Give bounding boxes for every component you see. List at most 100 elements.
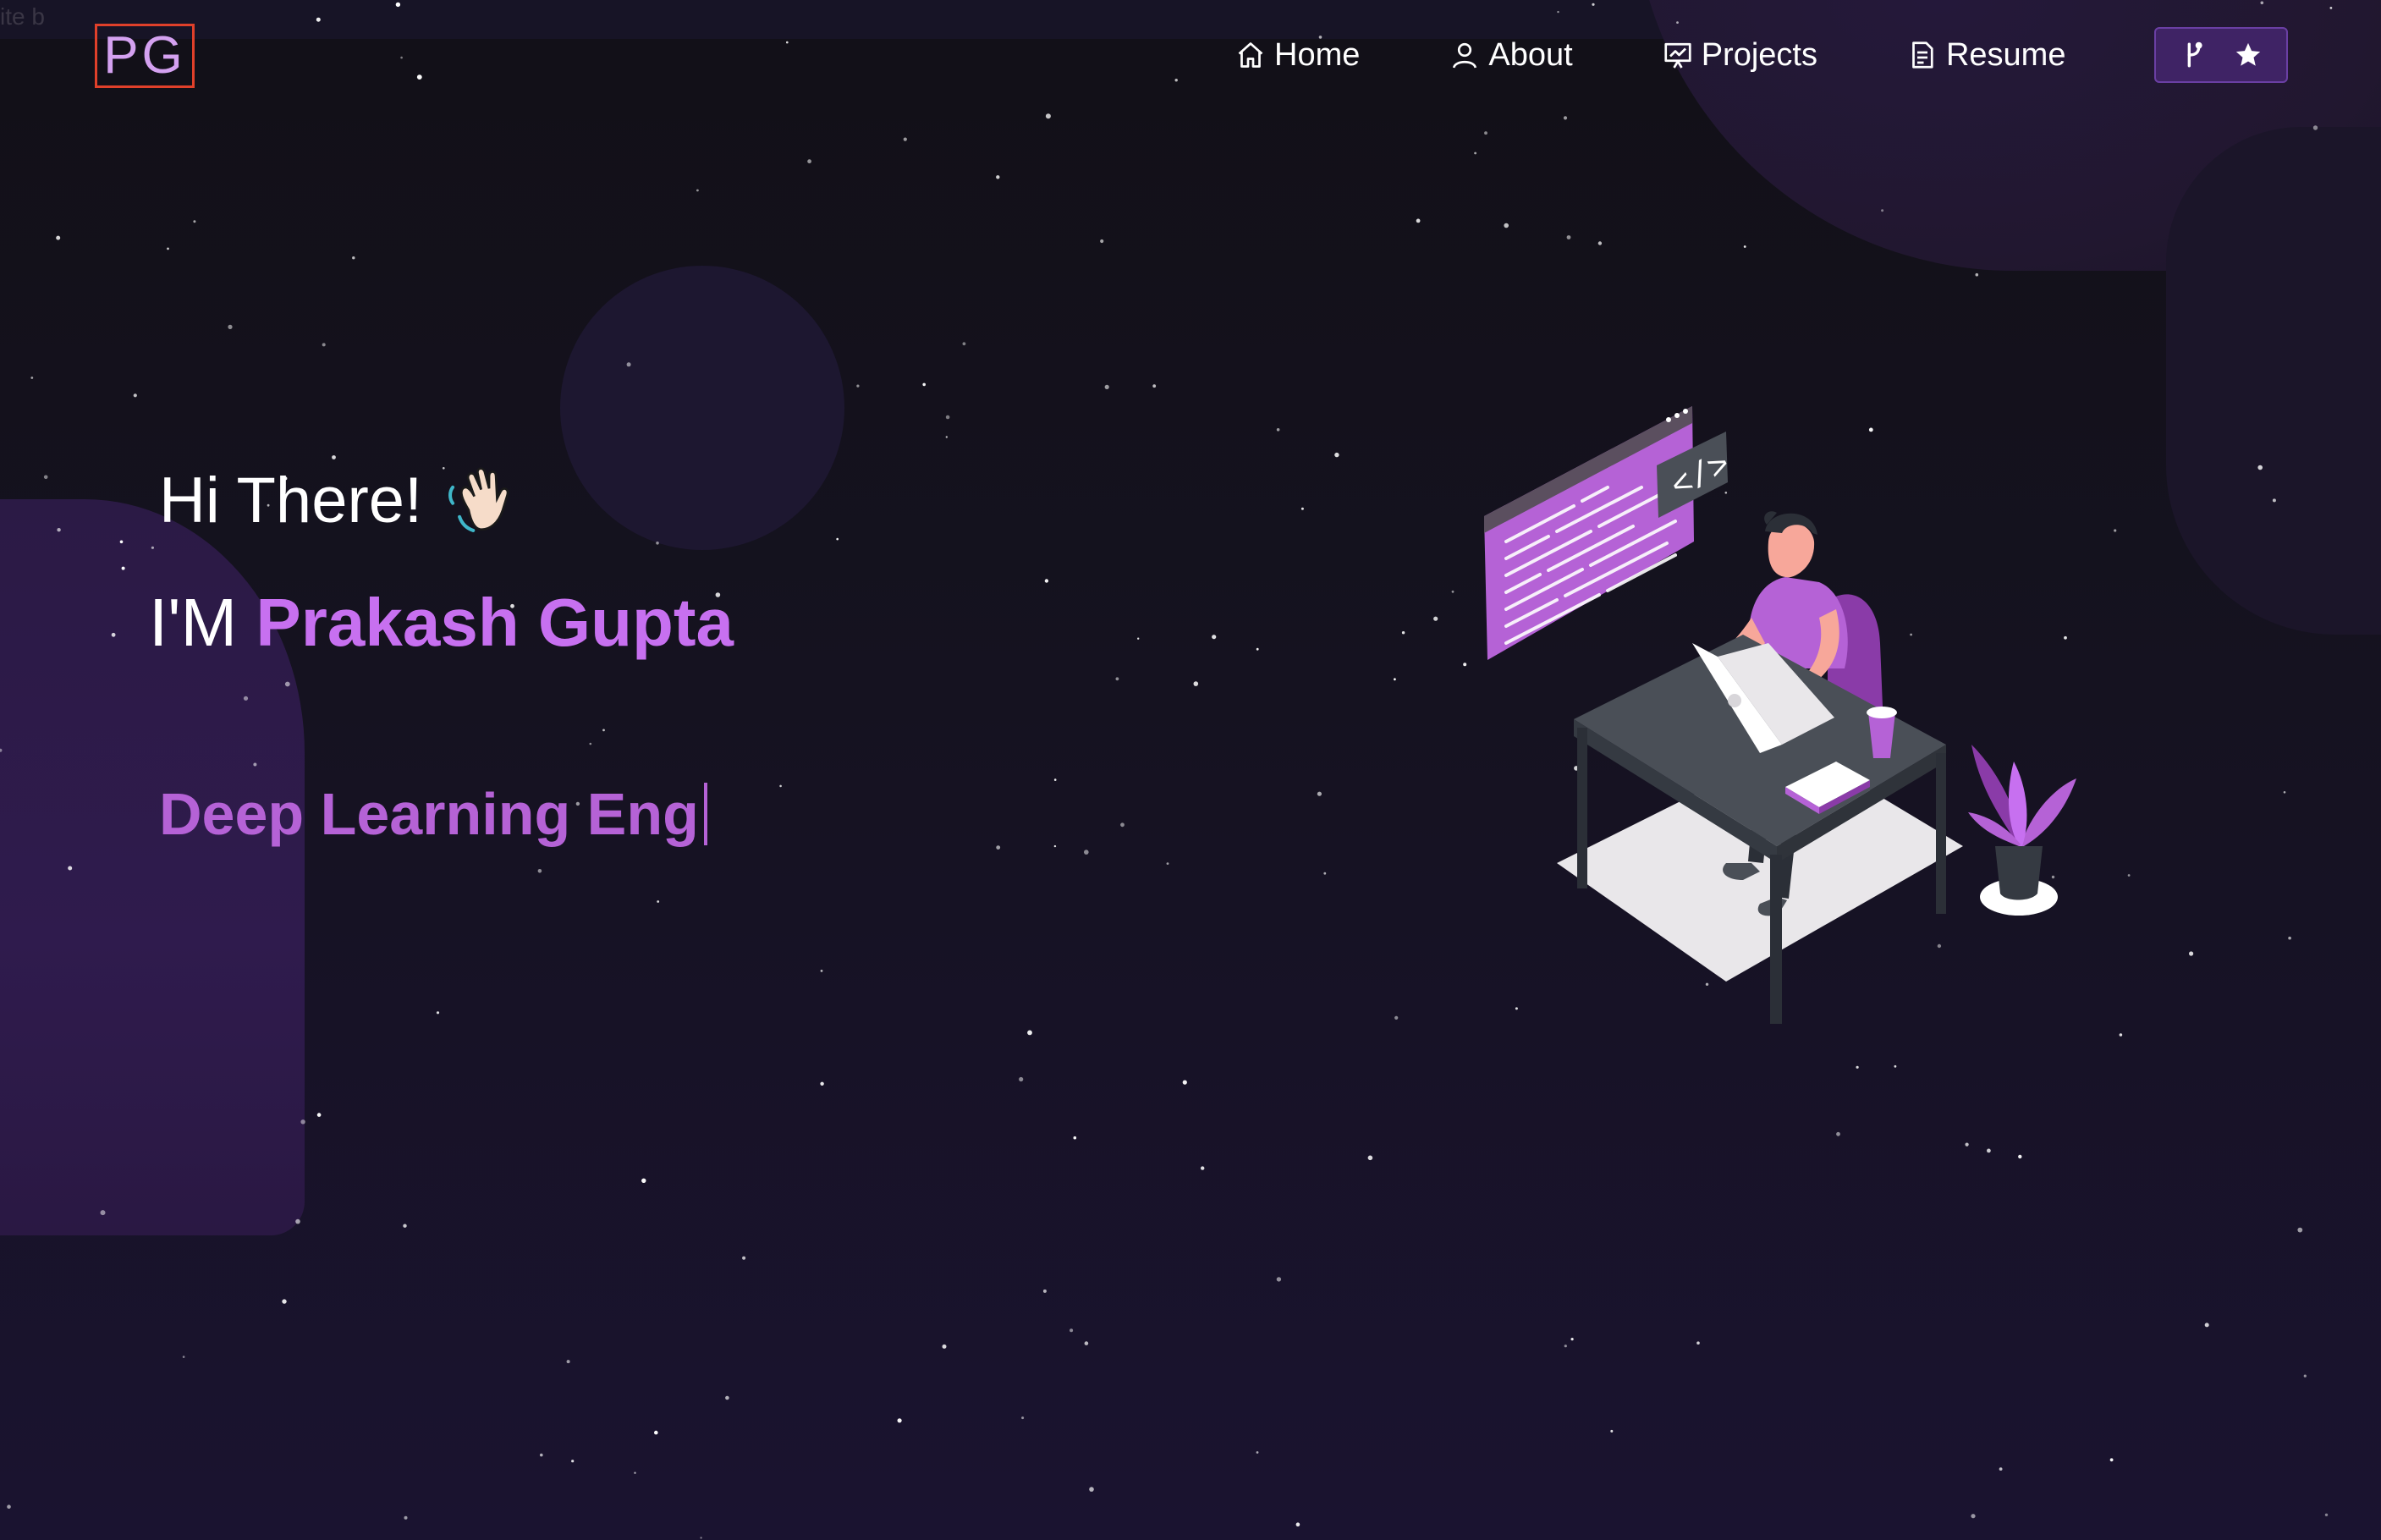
- star: [2329, 6, 2333, 9]
- nav-item-label: Home: [1274, 36, 1361, 73]
- nav-item-home[interactable]: Home: [1235, 37, 1360, 74]
- star: [996, 845, 1001, 850]
- star: [1610, 1429, 1614, 1433]
- typing-cursor: [703, 783, 707, 845]
- intro-prefix: I'M: [149, 585, 238, 660]
- star: [1042, 1289, 1047, 1293]
- star: [1433, 616, 1438, 621]
- star: [295, 1218, 300, 1224]
- star: [2189, 951, 2194, 956]
- star: [395, 2, 401, 8]
- star: [1971, 1514, 1976, 1519]
- star: [253, 762, 257, 767]
- star: [836, 537, 839, 541]
- star: [1676, 21, 1679, 24]
- star: [657, 900, 660, 903]
- page: ite b PG Home About Projects Resume Hi T…: [0, 0, 2381, 1540]
- star: [1504, 223, 1509, 228]
- star: [404, 1515, 408, 1520]
- star: [1212, 635, 1217, 640]
- star: [1152, 384, 1157, 388]
- star: [193, 220, 196, 223]
- star: [1201, 1166, 1205, 1170]
- star: [1696, 1341, 1700, 1345]
- star: [1276, 1277, 1282, 1282]
- star: [942, 1344, 947, 1349]
- star: [2303, 1374, 2307, 1378]
- star: [1137, 637, 1140, 640]
- star: [436, 1011, 440, 1015]
- star: [228, 324, 233, 329]
- star: [742, 1256, 746, 1260]
- star: [1965, 1142, 1969, 1147]
- star: [1999, 1467, 2003, 1471]
- star: [1193, 681, 1199, 686]
- star: [1894, 1064, 1897, 1068]
- code-window: </>: [1484, 406, 1737, 660]
- developer-illustration: </>: [1484, 406, 2076, 1024]
- document-icon: [1912, 41, 1933, 69]
- star: [897, 1418, 902, 1423]
- star: [316, 17, 321, 22]
- presentation-icon: [1664, 42, 1691, 69]
- star: [1484, 131, 1487, 135]
- star: [807, 159, 811, 164]
- nav-item-label: Projects: [1701, 36, 1817, 73]
- star: [111, 632, 116, 637]
- git-fork-icon: [2187, 41, 2202, 68]
- star: [634, 1471, 636, 1474]
- star: [656, 542, 659, 545]
- star: [1394, 1015, 1399, 1020]
- star: [1416, 218, 1421, 223]
- star: [1564, 1345, 1567, 1348]
- star: [57, 528, 61, 532]
- star: [725, 1395, 729, 1400]
- star: [182, 1356, 185, 1358]
- greeting-text: Hi There!: [159, 465, 423, 536]
- star: [1166, 862, 1169, 865]
- star: [121, 566, 125, 570]
- nav-item-about[interactable]: About: [1449, 37, 1573, 74]
- star: [2272, 498, 2276, 503]
- nav-item-label: Resume: [1945, 36, 2066, 73]
- star: [1070, 1328, 1074, 1333]
- star: [2018, 1154, 2022, 1159]
- nav-item-resume[interactable]: Resume: [1907, 36, 2066, 74]
- star: [696, 189, 699, 192]
- star: [856, 384, 860, 388]
- star: [1120, 822, 1125, 828]
- hero-greeting: Hi There!: [159, 464, 519, 537]
- star: [0, 748, 3, 752]
- waving-hand-icon: [448, 466, 509, 532]
- star: [602, 729, 605, 732]
- star: [167, 247, 169, 250]
- star: [2260, 1, 2264, 5]
- star: [1856, 1065, 1859, 1069]
- github-fork-star-button[interactable]: [2154, 27, 2288, 83]
- star: [1073, 1136, 1077, 1140]
- star: [1394, 678, 1396, 681]
- star: [641, 1178, 646, 1184]
- star: [1027, 1030, 1032, 1036]
- star: [1563, 116, 1568, 120]
- star: [903, 137, 907, 141]
- star: [2288, 936, 2291, 940]
- star: [2109, 1458, 2114, 1462]
- nav-item-projects[interactable]: Projects: [1663, 37, 1817, 74]
- star: [282, 1299, 287, 1304]
- hero-name-line: I'M Prakash Gupta: [149, 584, 734, 662]
- star: [2297, 1227, 2303, 1233]
- typewriter: Deep Learning Eng: [159, 780, 707, 848]
- star: [1300, 507, 1304, 510]
- star: [68, 866, 73, 871]
- ghost-text: ite b: [0, 3, 45, 30]
- star: [589, 742, 592, 745]
- star: [322, 343, 326, 347]
- star: [2127, 874, 2131, 877]
- star: [540, 1453, 543, 1457]
- star: [1463, 663, 1467, 667]
- star: [571, 1460, 575, 1463]
- logo[interactable]: PG: [95, 24, 195, 88]
- star: [416, 74, 422, 80]
- star: [1021, 1416, 1025, 1420]
